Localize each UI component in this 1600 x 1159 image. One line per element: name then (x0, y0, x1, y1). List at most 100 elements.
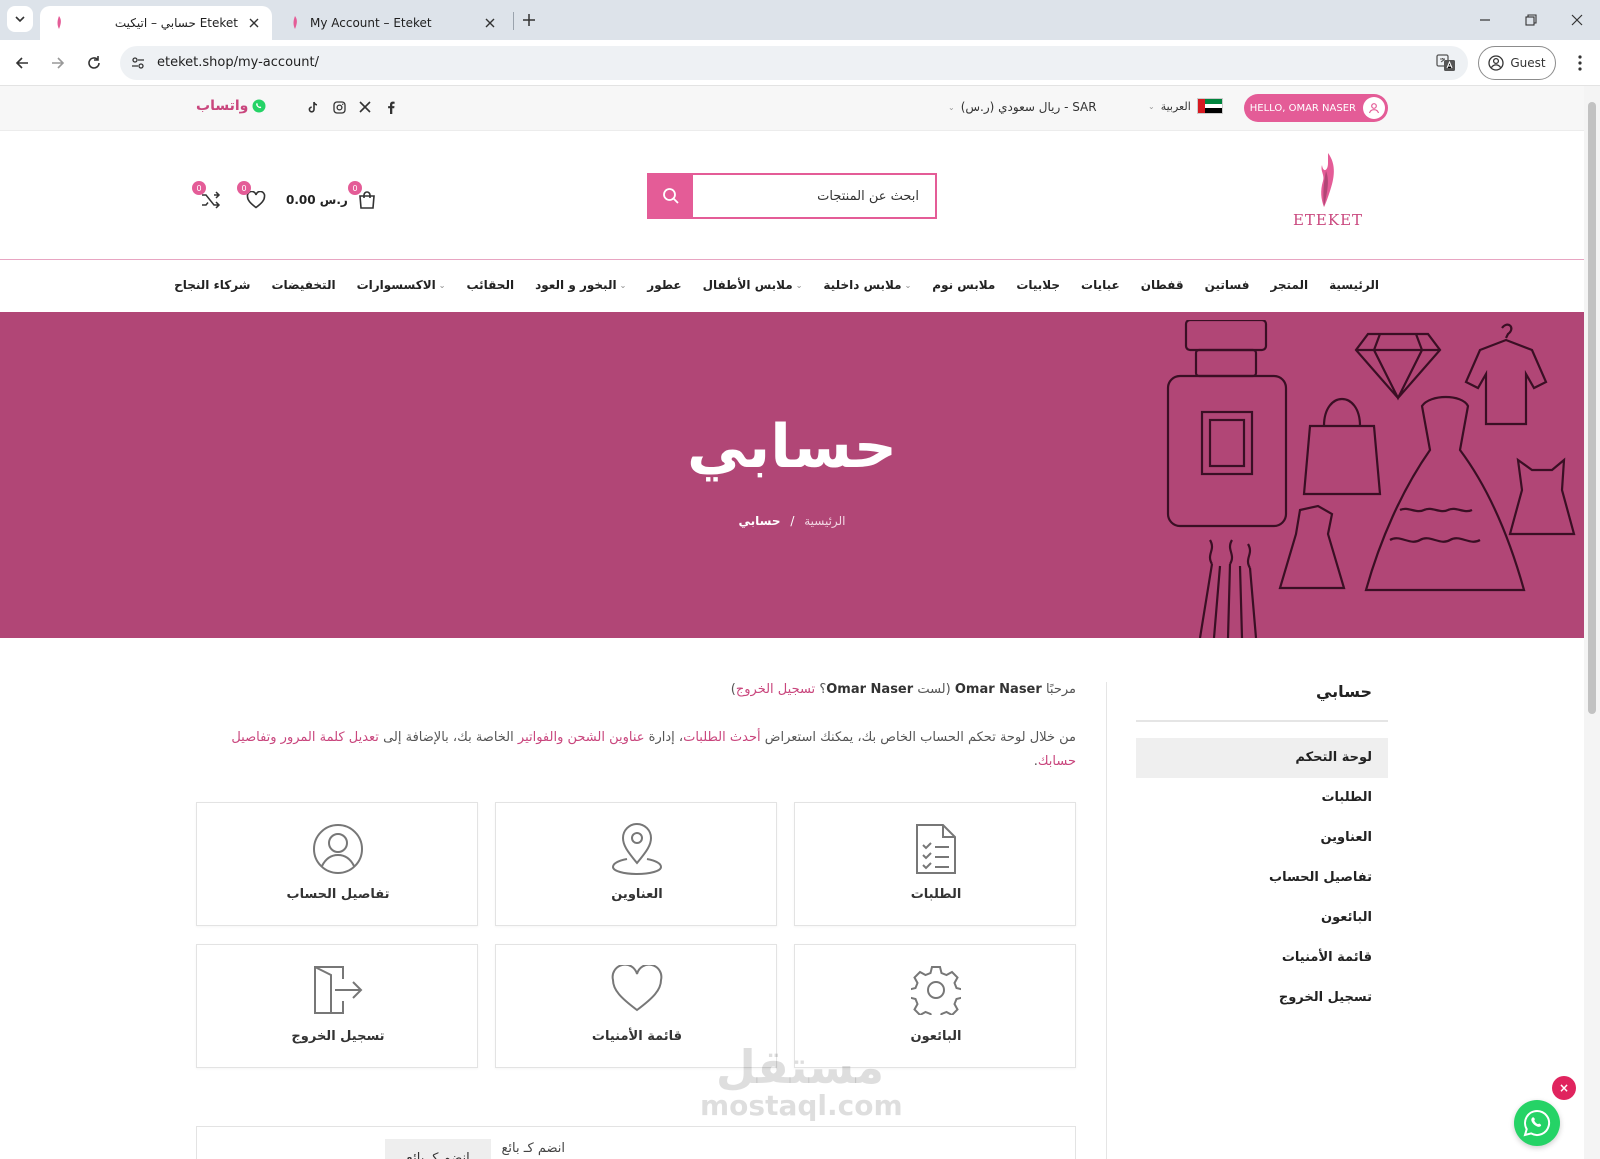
tab-my-account-en[interactable]: My Account – Eteket (276, 6, 508, 40)
close-icon[interactable] (482, 15, 498, 31)
back-button[interactable] (10, 51, 34, 75)
window-close-button[interactable] (1566, 9, 1588, 31)
top-bar: واتساب ⌄ ريال سعودي (ر.س) - SAR ⌄ العربي… (0, 86, 1584, 131)
close-icon (1571, 14, 1583, 26)
browser-tabbar: حسابي – اتيكيت Eteket My Account – Eteke… (0, 0, 1600, 40)
nav-item-perfumes[interactable]: عطور (647, 278, 681, 292)
nav-item-nightwear[interactable]: ملابس نوم (932, 278, 995, 292)
logout-link[interactable]: تسجيل الخروج (736, 682, 815, 697)
user-name: Omar Naser (954, 682, 1042, 697)
watermark-arabic: مستقل (715, 1040, 885, 1094)
nav-item-incense[interactable]: البخور و العود ⌄ (535, 278, 626, 292)
location-pin-icon (611, 823, 663, 875)
nav-item-shop[interactable]: المتجر (1270, 278, 1308, 292)
minimize-button[interactable] (1474, 9, 1496, 31)
close-icon: × (1558, 1081, 1570, 1095)
dashboard-intro: من خلال لوحة تحكم الحساب الخاص بك، يمكنك… (196, 726, 1076, 774)
nav-item-accessories[interactable]: الاكسسوارات ⌄ (357, 278, 446, 292)
tile-orders[interactable]: الطلبات (794, 802, 1076, 926)
nav-item-home[interactable]: الرئيسية (1329, 278, 1379, 292)
profile-label: Guest (1510, 56, 1546, 70)
tiktok-icon[interactable] (306, 100, 320, 114)
chevron-down-icon: ⌄ (619, 280, 627, 290)
x-twitter-icon[interactable] (358, 100, 372, 114)
tile-account-details[interactable]: تفاصيل الحساب (196, 802, 478, 926)
nav-label: الرئيسية (1329, 278, 1379, 292)
account-greeting-button[interactable]: HELLO, OMAR NASER (1244, 94, 1388, 122)
become-vendor-button[interactable]: انضم كـ بائع (385, 1139, 491, 1159)
tile-logout[interactable]: تسجيل الخروج (196, 944, 478, 1068)
profile-icon (1488, 55, 1505, 71)
language-switcher[interactable]: ⌄ العربية (1148, 98, 1223, 114)
reload-button[interactable] (82, 51, 106, 75)
nav-item-partners[interactable]: شركاء النجاح (174, 278, 250, 292)
close-icon[interactable] (246, 15, 262, 31)
main-navigation: الرئيسية المتجر فساتين قفطان عبايات جلاب… (0, 261, 1584, 311)
browser-toolbar: eteket.shop/my-account/ Guest (0, 40, 1600, 86)
nav-item-kaftan[interactable]: قفطان (1141, 278, 1184, 292)
sidebar-item-dashboard[interactable]: لوحة التحكم (1136, 738, 1388, 778)
browser-menu-button[interactable] (1568, 51, 1592, 75)
intro-text: من خلال لوحة تحكم الحساب الخاص بك، يمكنك… (764, 730, 1076, 745)
forward-button[interactable] (46, 51, 70, 75)
nav-item-dresses[interactable]: فساتين (1205, 278, 1250, 292)
sidebar-item-orders[interactable]: الطلبات (1136, 778, 1388, 818)
arrow-left-icon (15, 57, 28, 69)
profile-button[interactable]: Guest (1478, 46, 1556, 80)
recent-orders-link[interactable]: أحدث الطلبات (683, 730, 761, 745)
nav-item-sale[interactable]: التخفيضات (271, 278, 335, 292)
eteket-favicon-icon (293, 16, 297, 29)
sidebar-item-wishlist[interactable]: قائمة الأمنيات (1136, 938, 1388, 978)
breadcrumb-home-link[interactable]: الرئيسية (804, 514, 845, 528)
shuffle-compare-icon (202, 191, 221, 209)
site-info-icon[interactable] (128, 53, 148, 73)
nav-label: عبايات (1081, 278, 1120, 292)
sidebar-item-vendors[interactable]: البائعون (1136, 898, 1388, 938)
tab-search-button[interactable] (7, 6, 33, 32)
search-icon (663, 188, 679, 204)
scrollbar-thumb[interactable] (1588, 102, 1596, 714)
whatsapp-link[interactable]: واتساب (196, 98, 266, 114)
new-tab-button[interactable] (518, 9, 540, 31)
address-bar[interactable]: eteket.shop/my-account/ (120, 46, 1468, 80)
breadcrumb: الرئيسية / حسابي (0, 514, 1584, 528)
cart-count-badge: 0 (348, 181, 362, 195)
currency-switcher[interactable]: ⌄ ريال سعودي (ر.س) - SAR (948, 100, 1097, 114)
tab-divider (513, 12, 514, 30)
nav-label: فساتين (1204, 278, 1250, 292)
logout-icon (314, 966, 363, 1014)
chevron-down-icon (15, 16, 25, 23)
tile-label: تسجيل الخروج (291, 1029, 385, 1044)
restore-button[interactable] (1520, 9, 1542, 31)
wishlist-button[interactable]: 0 (237, 181, 269, 213)
chevron-down-icon: ⌄ (1148, 101, 1155, 111)
tile-addresses[interactable]: العناوين (495, 802, 777, 926)
nav-item-bags[interactable]: الحقائب (466, 278, 514, 292)
nav-label: ملابس الأطفال (702, 278, 793, 292)
cart-button[interactable]: 0 (348, 181, 380, 213)
heart-icon (611, 965, 663, 1012)
nav-label: الاكسسوارات (356, 278, 436, 292)
search-button[interactable] (649, 175, 693, 217)
sidebar-item-logout[interactable]: تسجيل الخروج (1136, 978, 1388, 1018)
translate-icon[interactable] (1436, 53, 1456, 73)
nav-item-kids[interactable]: ملابس الأطفال ⌄ (703, 278, 803, 292)
whatsapp-chat-button[interactable] (1514, 1100, 1560, 1146)
nav-item-jalabiyas[interactable]: جلابيات (1016, 278, 1060, 292)
cart-total[interactable]: 0.00 ر.س (286, 193, 348, 207)
sidebar-item-account-details[interactable]: تفاصيل الحساب (1136, 858, 1388, 898)
nav-label: شركاء النجاح (174, 278, 251, 292)
site-logo[interactable]: ETEKET (1290, 151, 1366, 241)
facebook-icon[interactable] (384, 100, 398, 114)
sidebar-item-addresses[interactable]: العناوين (1136, 818, 1388, 858)
whatsapp-widget-close-button[interactable]: × (1552, 1076, 1576, 1100)
compare-button[interactable]: 0 (192, 181, 224, 213)
nav-item-lingerie[interactable]: ملابس داخلية ⌄ (823, 278, 911, 292)
tab-my-account-ar[interactable]: حسابي – اتيكيت Eteket (40, 6, 272, 40)
page-scrollbar[interactable] (1584, 86, 1600, 1159)
search-input[interactable] (693, 175, 933, 217)
breadcrumb-separator: / (790, 514, 795, 528)
instagram-icon[interactable] (332, 100, 346, 114)
addresses-link[interactable]: عناوين الشحن والفواتير (518, 730, 645, 745)
nav-item-abayas[interactable]: عبايات (1081, 278, 1120, 292)
